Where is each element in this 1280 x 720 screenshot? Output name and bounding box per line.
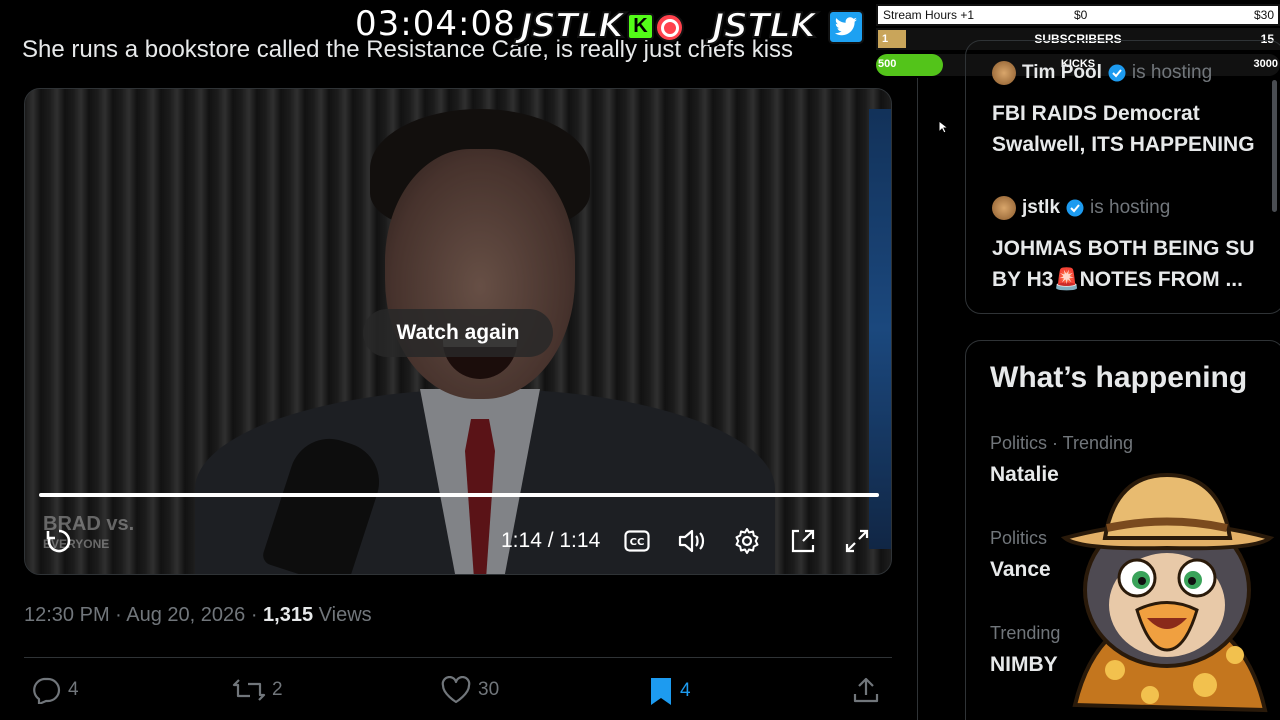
host-title-line: BY H3🚨NOTES FROM ...: [992, 268, 1243, 291]
column-divider: [917, 78, 918, 720]
tweet-actions: 4 2 30 4: [24, 676, 892, 716]
volume-icon[interactable]: [676, 525, 708, 557]
trend-item[interactable]: Natalie: [990, 463, 1059, 487]
scrollbar-thumb[interactable]: [1272, 80, 1277, 212]
penguin-mascot-icon: [1060, 472, 1275, 713]
host-title-line: JOHMAS BOTH BEING SU: [992, 237, 1255, 260]
bookmark-icon: [651, 678, 671, 705]
watch-again-button[interactable]: Watch again: [363, 309, 553, 357]
brand-logo-twitter: JSTLK: [711, 5, 817, 47]
repost-count: 2: [272, 679, 283, 700]
share-icon: [853, 677, 879, 703]
views-label: Views: [313, 604, 372, 626]
stream-hours-label: Stream Hours +1: [883, 8, 975, 22]
timestamp-text[interactable]: 12:30 PM · Aug 20, 2026 ·: [24, 604, 263, 626]
twitter-bird-icon: [828, 10, 864, 44]
host-status: is hosting: [1131, 62, 1213, 83]
avatar: [992, 196, 1016, 220]
trend-meta: Politics: [990, 528, 1048, 548]
stream-hours-current: $0: [1074, 8, 1088, 22]
reply-count: 4: [68, 679, 79, 700]
views-count: 1,315: [263, 604, 314, 626]
brand-logo-kick: JSTLK: [519, 5, 625, 47]
captions-icon[interactable]: CC: [621, 525, 653, 557]
like-count: 30: [478, 679, 500, 700]
settings-gear-icon[interactable]: [731, 525, 763, 557]
repost-button[interactable]: 2: [232, 676, 283, 704]
divider: [24, 657, 892, 658]
bookmark-count: 4: [680, 680, 691, 701]
like-button[interactable]: 30: [440, 676, 499, 704]
host-title-2[interactable]: JOHMAS BOTH BEING SU BY H3🚨NOTES FROM ..…: [992, 233, 1280, 295]
hosting-card: Tim Pool is hosting FBI RAIDS Democrat S…: [965, 40, 1280, 314]
verified-badge-icon: [1066, 199, 1084, 217]
repost-icon: [232, 679, 266, 701]
trend-meta: Trending: [990, 623, 1061, 643]
host-name: jstlk: [1022, 197, 1061, 218]
bookmark-button[interactable]: 4: [648, 676, 691, 706]
video-player[interactable]: BRAD vs. EVERYONE Watch again 1:14 / 1:1…: [24, 88, 892, 575]
replay-icon[interactable]: [43, 525, 75, 557]
host-name: Tim Pool: [1022, 62, 1102, 83]
reply-button[interactable]: 4: [30, 676, 79, 704]
host-title-line: FBI RAIDS Democrat: [992, 102, 1200, 125]
stream-hours-goal: Stream Hours +1 $0 $30: [876, 4, 1280, 26]
patreon-icon: [655, 13, 684, 42]
host-row-1[interactable]: Tim Pool is hosting: [992, 61, 1212, 85]
host-title-1[interactable]: FBI RAIDS Democrat Swalwell, ITS HAPPENI…: [992, 98, 1280, 160]
verified-badge-icon: [1108, 64, 1126, 82]
share-button[interactable]: [852, 676, 880, 704]
reply-icon: [33, 677, 61, 704]
video-progress-bar[interactable]: [39, 493, 879, 497]
host-row-2[interactable]: jstlk is hosting: [992, 196, 1170, 220]
video-time: 1:14 / 1:14: [501, 529, 601, 552]
stream-clock: 03:04:08: [355, 4, 516, 44]
avatar: [992, 61, 1016, 85]
whats-happening-title: What’s happening: [990, 361, 1248, 394]
host-status: is hosting: [1090, 197, 1171, 218]
stream-hours-target: $30: [1253, 8, 1274, 22]
svg-text:CC: CC: [630, 537, 645, 548]
trend-item[interactable]: Vance: [990, 558, 1051, 582]
tweet-timestamp: 12:30 PM · Aug 20, 2026 · 1,315 Views: [24, 604, 372, 627]
heart-icon: [441, 676, 471, 704]
fullscreen-icon[interactable]: [841, 525, 873, 557]
kick-icon: K: [627, 13, 654, 40]
trend-meta: Politics · Trending: [990, 433, 1134, 453]
mouse-cursor-icon: [938, 120, 948, 134]
video-controls: 1:14 / 1:14 CC: [25, 519, 891, 563]
host-title-line: Swalwell, ITS HAPPENING: [992, 133, 1255, 156]
picture-in-picture-icon[interactable]: [787, 525, 819, 557]
trend-item[interactable]: NIMBY: [990, 653, 1058, 677]
